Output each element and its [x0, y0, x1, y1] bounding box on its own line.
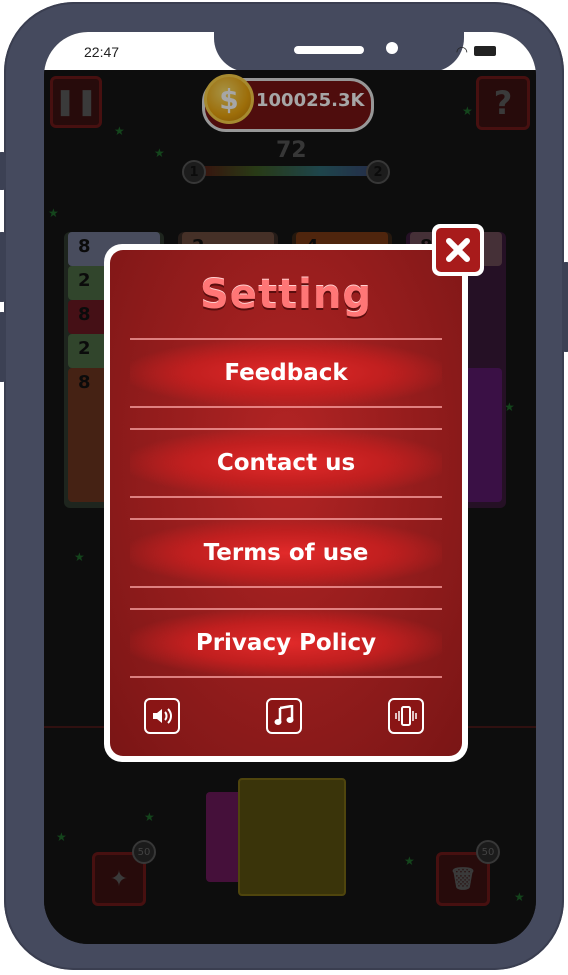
close-button[interactable]	[432, 224, 484, 276]
speaker-grille	[294, 46, 364, 54]
feedback-button[interactable]: Feedback	[130, 338, 442, 408]
phone-side-button	[562, 262, 568, 352]
modal-title: Setting	[200, 272, 372, 318]
camera-dot	[386, 42, 398, 54]
music-icon	[274, 705, 294, 725]
settings-modal: Setting Feedback Contact us Terms of use…	[104, 244, 468, 762]
terms-of-use-button[interactable]: Terms of use	[130, 518, 442, 588]
vibration-toggle-button[interactable]	[388, 698, 424, 734]
sound-toggle-button[interactable]	[144, 698, 180, 734]
phone-side-button	[0, 152, 6, 190]
speaker-icon	[153, 708, 172, 724]
status-time: 22:47	[84, 44, 120, 60]
battery-icon	[474, 46, 496, 56]
settings-modal-panel: Setting Feedback Contact us Terms of use…	[110, 250, 462, 756]
wifi-icon: ◠	[455, 44, 468, 60]
phone-notch	[214, 32, 464, 72]
close-button-face	[436, 228, 480, 272]
privacy-policy-button[interactable]: Privacy Policy	[130, 608, 442, 678]
status-bar: 22:47 ◠	[44, 32, 536, 72]
music-toggle-button[interactable]	[266, 698, 302, 734]
vibration-icon	[395, 706, 417, 726]
close-icon	[446, 238, 470, 262]
contact-us-button[interactable]: Contact us	[130, 428, 442, 498]
phone-side-button	[0, 312, 6, 382]
phone-side-button	[0, 232, 6, 302]
